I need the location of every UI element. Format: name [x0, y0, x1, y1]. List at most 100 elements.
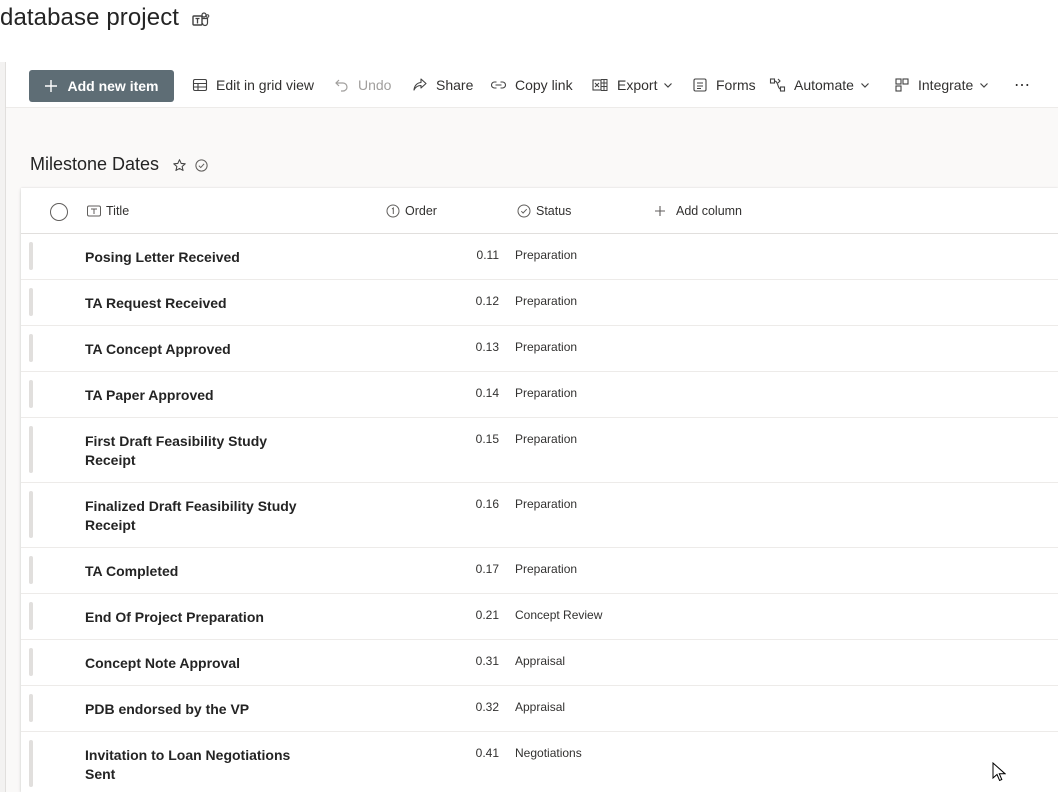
- add-new-item-button[interactable]: Add new item: [29, 70, 174, 102]
- chevron-down-icon: [664, 83, 673, 88]
- copy-link-label: Copy link: [515, 77, 573, 93]
- undo-label: Undo: [358, 77, 392, 93]
- row-title[interactable]: First Draft Feasibility Study Receipt: [85, 432, 300, 470]
- automate-button[interactable]: Automate: [769, 74, 870, 96]
- row-title[interactable]: End Of Project Preparation: [85, 608, 300, 627]
- row-status: Negotiations: [515, 746, 582, 760]
- link-icon: [491, 81, 506, 89]
- plus-icon: [45, 80, 58, 92]
- row-selection-bar[interactable]: [29, 694, 33, 722]
- forms-icon: [693, 78, 707, 92]
- row-title[interactable]: Concept Note Approval: [85, 654, 300, 673]
- list-row[interactable]: PDB endorsed by the VP 0.32 Appraisal: [21, 686, 1058, 732]
- forms-label: Forms: [716, 77, 756, 93]
- row-order: 0.31: [475, 654, 499, 668]
- integrate-button[interactable]: Integrate: [894, 74, 989, 96]
- edit-grid-button[interactable]: Edit in grid view: [192, 74, 314, 96]
- row-title[interactable]: TA Concept Approved: [85, 340, 300, 359]
- row-selection-bar[interactable]: [29, 288, 33, 316]
- row-status: Preparation: [515, 497, 578, 511]
- chevron-down-icon: [861, 83, 869, 88]
- row-order: 0.15: [475, 432, 499, 446]
- share-icon: [413, 78, 427, 91]
- row-status: Preparation: [515, 562, 578, 576]
- row-order: 0.16: [475, 497, 499, 511]
- site-header: database project: [0, 0, 1058, 62]
- list-row[interactable]: TA Paper Approved 0.14 Preparation: [21, 372, 1058, 418]
- row-status: Preparation: [515, 294, 578, 308]
- undo-button[interactable]: Undo: [334, 74, 391, 96]
- row-title[interactable]: Posing Letter Received: [85, 248, 300, 267]
- column-header-order[interactable]: Order: [386, 203, 437, 219]
- list-row[interactable]: Posing Letter Received 0.11 Preparation: [21, 234, 1058, 280]
- row-selection-bar[interactable]: [29, 242, 33, 270]
- row-order: 0.13: [475, 340, 499, 354]
- teams-icon[interactable]: [192, 11, 210, 29]
- edit-grid-label: Edit in grid view: [216, 77, 315, 93]
- integrate-icon: [895, 78, 909, 92]
- more-icon: ⋯: [1014, 77, 1030, 94]
- undo-icon: [335, 79, 348, 92]
- site-title[interactable]: database project: [0, 4, 179, 32]
- integrate-label: Integrate: [918, 77, 974, 93]
- share-label: Share: [436, 77, 474, 93]
- row-status: Concept Review: [515, 608, 603, 622]
- row-title[interactable]: TA Completed: [85, 562, 300, 581]
- row-order: 0.14: [475, 386, 499, 400]
- list-row[interactable]: First Draft Feasibility Study Receipt 0.1…: [21, 418, 1058, 483]
- grid-icon: [192, 78, 208, 92]
- row-order: 0.12: [475, 294, 499, 308]
- row-order: 0.21: [475, 608, 499, 622]
- row-status: Preparation: [515, 248, 578, 262]
- add-column-button[interactable]: Add column: [653, 203, 742, 219]
- star-icon[interactable]: [172, 158, 187, 173]
- row-order: 0.41: [475, 746, 499, 760]
- grid-header: Title Order Status Add column: [21, 188, 1058, 234]
- row-status: Appraisal: [515, 654, 566, 668]
- plus-icon: [655, 206, 665, 216]
- list-row[interactable]: End Of Project Preparation 0.21 Concept Re…: [21, 594, 1058, 640]
- row-order: 0.11: [476, 248, 499, 262]
- more-options-button[interactable]: ⋯: [1014, 74, 1030, 96]
- row-status: Preparation: [515, 432, 578, 446]
- command-bar: Add new item Edit in grid view Undo Shar…: [6, 62, 1058, 108]
- row-title[interactable]: Finalized Draft Feasibility Study Receip…: [85, 497, 300, 535]
- row-status: Preparation: [515, 386, 578, 400]
- row-title[interactable]: PDB endorsed by the VP: [85, 700, 300, 719]
- row-status: Appraisal: [515, 700, 566, 714]
- list-row[interactable]: TA Request Received 0.12 Preparation: [21, 280, 1058, 326]
- row-title[interactable]: TA Request Received: [85, 294, 300, 313]
- list-row[interactable]: Finalized Draft Feasibility Study Receip…: [21, 483, 1058, 548]
- copy-link-button[interactable]: Copy link: [490, 74, 573, 96]
- column-header-title[interactable]: Title: [87, 203, 129, 219]
- select-all-checkbox[interactable]: [50, 203, 68, 221]
- chevron-down-icon: [980, 83, 989, 88]
- row-selection-bar[interactable]: [29, 334, 33, 362]
- check-circle-icon[interactable]: [194, 158, 209, 173]
- row-selection-bar[interactable]: [29, 740, 33, 787]
- row-selection-bar[interactable]: [29, 602, 33, 630]
- export-button[interactable]: Export: [592, 74, 673, 96]
- row-status: Preparation: [515, 340, 578, 354]
- row-selection-bar[interactable]: [29, 648, 33, 676]
- row-selection-bar[interactable]: [29, 426, 33, 473]
- list-row[interactable]: TA Completed 0.17 Preparation: [21, 548, 1058, 594]
- list-row[interactable]: Concept Note Approval 0.31 Appraisal: [21, 640, 1058, 686]
- row-selection-bar[interactable]: [29, 556, 33, 584]
- column-title-label: Title: [106, 204, 130, 218]
- list-row[interactable]: TA Concept Approved 0.13 Preparation: [21, 326, 1058, 372]
- row-order: 0.17: [475, 562, 499, 576]
- row-title[interactable]: Invitation to Loan Negotiations Sent: [85, 746, 300, 784]
- automate-icon: [769, 78, 786, 92]
- row-selection-bar[interactable]: [29, 380, 33, 408]
- forms-button[interactable]: Forms: [692, 74, 756, 96]
- add-new-item-label: Add new item: [67, 78, 159, 94]
- automate-label: Automate: [794, 77, 854, 93]
- column-header-status[interactable]: Status: [517, 203, 571, 219]
- choice-field-icon: [517, 204, 531, 218]
- number-field-icon: [386, 204, 400, 218]
- list-row[interactable]: Invitation to Loan Negotiations Sent 0.41…: [21, 732, 1058, 792]
- share-button[interactable]: Share: [412, 74, 473, 96]
- row-selection-bar[interactable]: [29, 491, 33, 538]
- row-title[interactable]: TA Paper Approved: [85, 386, 300, 405]
